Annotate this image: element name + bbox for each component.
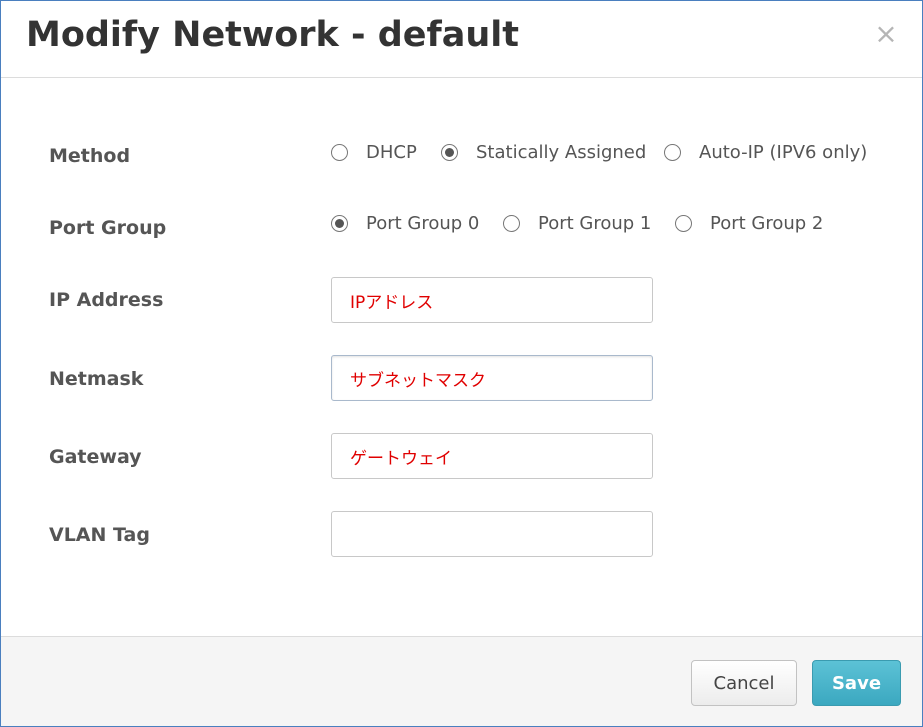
- radio-unchecked-icon[interactable]: [664, 143, 681, 161]
- radio-checked-icon[interactable]: [331, 214, 348, 232]
- radio-label: Port Group 0: [366, 212, 480, 234]
- radio-label: Statically Assigned: [476, 141, 647, 163]
- radio-label: Port Group 2: [710, 212, 824, 234]
- port-group-radio-0[interactable]: Port Group 0: [331, 210, 479, 236]
- radio-label: Port Group 1: [538, 212, 652, 234]
- ip-address-label: IP Address: [49, 289, 164, 311]
- netmask-input[interactable]: [331, 355, 653, 401]
- modify-network-dialog: Modify Network - default × Method DHCP S…: [0, 0, 923, 727]
- radio-label: Auto-IP (IPV6 only): [699, 141, 868, 163]
- port-group-radio-1[interactable]: Port Group 1: [503, 210, 651, 236]
- method-radio-dhcp[interactable]: DHCP: [331, 139, 417, 165]
- vlan-tag-label: VLAN Tag: [49, 524, 150, 546]
- radio-unchecked-icon[interactable]: [331, 143, 348, 161]
- close-icon[interactable]: ×: [871, 19, 901, 49]
- dialog-header: Modify Network - default ×: [1, 1, 922, 78]
- vlan-tag-input[interactable]: [331, 511, 653, 557]
- ip-address-input[interactable]: [331, 277, 653, 323]
- radio-unchecked-icon[interactable]: [503, 214, 520, 232]
- save-button[interactable]: Save: [812, 660, 901, 706]
- gateway-label: Gateway: [49, 446, 142, 468]
- netmask-label: Netmask: [49, 368, 144, 390]
- port-group-radio-2[interactable]: Port Group 2: [675, 210, 823, 236]
- method-radio-static[interactable]: Statically Assigned: [441, 139, 646, 165]
- radio-unchecked-icon[interactable]: [675, 214, 692, 232]
- radio-checked-icon[interactable]: [441, 143, 458, 161]
- gateway-input[interactable]: [331, 433, 653, 479]
- radio-label: DHCP: [366, 141, 417, 163]
- dialog-title: Modify Network - default: [26, 15, 520, 55]
- port-group-label: Port Group: [49, 217, 167, 239]
- method-label: Method: [49, 145, 131, 167]
- cancel-button[interactable]: Cancel: [691, 660, 797, 706]
- dialog-footer: Cancel Save: [1, 636, 922, 726]
- method-radio-auto-ip[interactable]: Auto-IP (IPV6 only): [664, 139, 867, 165]
